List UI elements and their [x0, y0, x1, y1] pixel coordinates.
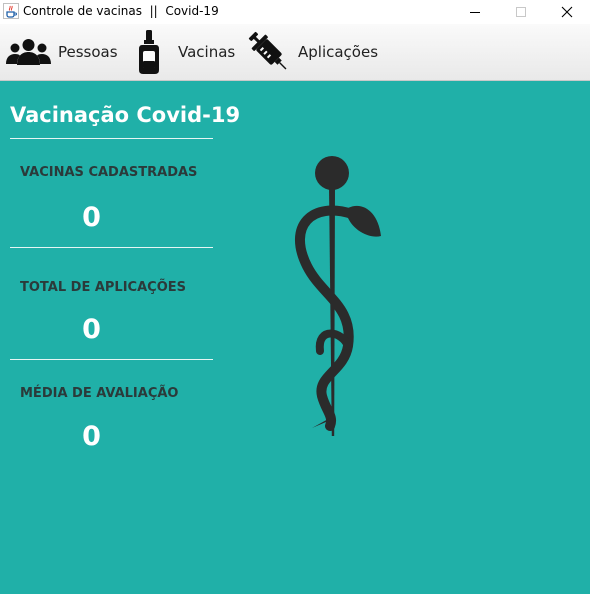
menu-item-vacinas[interactable]: Vacinas: [137, 24, 235, 80]
stat-total-aplicacoes-value: 0: [82, 314, 101, 345]
dashboard-panel: Vacinação Covid-19 VACINAS CADASTRADAS 0…: [0, 81, 590, 594]
minimize-icon: [470, 12, 480, 13]
people-icon: [6, 39, 51, 65]
close-button[interactable]: [544, 0, 590, 24]
stat-vacinas-cadastradas-value: 0: [82, 202, 101, 233]
vaccine-vial-icon: [139, 30, 159, 74]
stat-media-avaliacao-label: MÉDIA DE AVALIAÇÃO: [20, 386, 179, 401]
syringe-icon: [248, 31, 287, 70]
stat-divider: [10, 359, 213, 360]
menu-item-vacinas-label: Vacinas: [178, 43, 236, 61]
title-divider: [10, 138, 213, 139]
close-icon: [561, 6, 573, 18]
maximize-icon: [516, 7, 526, 17]
window-title-bar: Controle de vacinas || Covid-19: [0, 0, 590, 24]
stat-vacinas-cadastradas-label: VACINAS CADASTRADAS: [20, 165, 198, 180]
window-title: Controle de vacinas || Covid-19: [23, 4, 219, 18]
menu-item-pessoas[interactable]: Pessoas: [5, 24, 118, 80]
stat-total-aplicacoes-label: TOTAL DE APLICAÇÕES: [20, 280, 186, 295]
stat-media-avaliacao-value: 0: [82, 421, 101, 452]
rod-of-asclepius-icon: [294, 156, 381, 436]
maximize-button[interactable]: [498, 0, 544, 24]
menu-item-pessoas-label: Pessoas: [58, 43, 118, 61]
page-title: Vacinação Covid-19: [10, 103, 241, 127]
stat-divider: [10, 247, 213, 248]
menu-bar: Pessoas Vacinas Aplicações: [0, 24, 590, 81]
minimize-button[interactable]: [452, 0, 498, 24]
java-cup-icon: [3, 3, 19, 19]
menu-item-aplicacoes-label: Aplicações: [298, 43, 379, 61]
menu-item-aplicacoes[interactable]: Aplicações: [246, 24, 378, 80]
